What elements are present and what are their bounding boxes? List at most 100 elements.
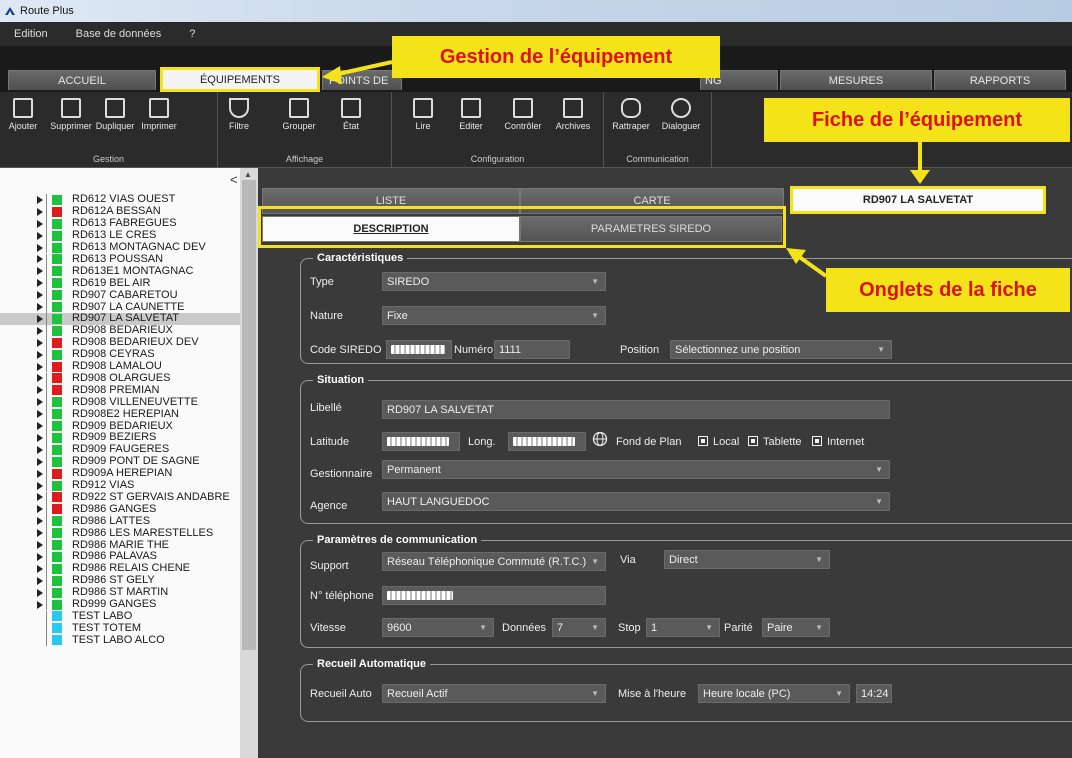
tree-item[interactable]: RD908 BEDARIEUX [0,325,240,337]
expand-arrow-icon[interactable] [37,505,43,514]
libelle-field[interactable]: RD907 LA SALVETAT [382,400,890,419]
dupliquer-button[interactable]: Dupliquer [94,98,136,144]
expand-arrow-icon[interactable] [37,433,43,442]
tree-item[interactable]: RD908 LAMALOU [0,361,240,373]
expand-arrow-icon[interactable] [37,314,43,323]
tree-scrollbar-thumb[interactable] [242,180,256,650]
expand-arrow-icon[interactable] [37,338,43,347]
etat-button[interactable]: État [330,98,372,144]
tab-carte[interactable]: CARTE [520,188,784,214]
expand-arrow-icon[interactable] [37,457,43,466]
tree-item[interactable]: RD907 LA SALVETAT [0,313,240,325]
expand-arrow-icon[interactable] [37,231,43,240]
expand-arrow-icon[interactable] [37,386,43,395]
editer-button[interactable]: Editer [450,98,492,144]
scroll-up-icon[interactable]: ▲ [244,170,252,179]
via-select[interactable]: Direct ▼ [664,550,830,569]
tab-equipements[interactable]: ÉQUIPEMENTS [160,67,320,92]
tree-item[interactable]: RD986 LATTES [0,515,240,528]
controler-button[interactable]: Contrôler [502,98,544,144]
tree-item[interactable]: RD909 FAUGERES [0,444,240,456]
tree-item[interactable]: RD613 MONTAGNAC DEV [0,242,240,254]
latitude-field[interactable] [382,432,460,451]
expand-arrow-icon[interactable] [37,362,43,371]
recueil-auto-select[interactable]: Recueil Actif ▼ [382,684,606,703]
expand-arrow-icon[interactable] [37,350,43,359]
expand-arrow-icon[interactable] [37,493,43,502]
grouper-button[interactable]: Grouper [278,98,320,144]
tree-item[interactable]: TEST LABO ALCO [0,634,240,647]
parite-select[interactable]: Paire ▼ [762,618,830,637]
tree-item[interactable]: RD612A BESSAN [0,206,240,218]
expand-arrow-icon[interactable] [37,422,43,431]
tree-item[interactable]: RD999 GANGES [0,599,240,611]
tree-item[interactable]: RD613 POUSSAN [0,253,240,266]
tablette-checkbox[interactable] [748,436,758,446]
tree-item[interactable]: RD907 LA CAUNETTE [0,301,240,313]
tree-item[interactable]: RD909A HEREPIAN [0,468,240,480]
lire-button[interactable]: Lire [402,98,444,144]
tree-item[interactable]: RD908 BEDARIEUX DEV [0,337,240,349]
imprimer-button[interactable]: Imprimer [138,98,180,144]
tree-item[interactable]: RD909 PONT DE SAGNE [0,456,240,468]
expand-arrow-icon[interactable] [37,576,43,585]
expand-arrow-icon[interactable] [37,243,43,252]
longitude-field[interactable] [508,432,586,451]
tab-fiche-equipement[interactable]: RD907 LA SALVETAT [790,186,1046,214]
expand-arrow-icon[interactable] [37,255,43,264]
tree-item[interactable]: RD908E2 HEREPIAN [0,408,240,421]
tab-points-de[interactable]: POINTS DE [322,70,402,90]
tree-item[interactable]: RD986 LES MARESTELLES [0,527,240,540]
tree-item[interactable]: RD908 OLARGUES [0,372,240,385]
tab-rapports[interactable]: RAPPORTS [934,70,1066,90]
expand-arrow-icon[interactable] [37,303,43,312]
tree-item[interactable]: RD986 PALAVAS [0,551,240,563]
tree-item[interactable]: RD922 ST GERVAIS ANDABRE [0,491,240,504]
expand-arrow-icon[interactable] [37,600,43,609]
expand-arrow-icon[interactable] [37,219,43,228]
tree-item[interactable]: RD986 GANGES [0,503,240,516]
expand-arrow-icon[interactable] [37,564,43,573]
expand-arrow-icon[interactable] [37,517,43,526]
numero-field[interactable]: 1111 [494,340,570,359]
expand-arrow-icon[interactable] [37,207,43,216]
collapse-panel-icon[interactable]: < [230,172,240,187]
filtre-button[interactable]: Filtre [218,98,260,144]
tree-item[interactable]: RD908 CEYRAS [0,349,240,361]
tree-item[interactable]: TEST TOTEM [0,622,240,635]
dialoguer-button[interactable]: Dialoguer [660,98,702,144]
mise-a-l-heure-select[interactable]: Heure locale (PC) ▼ [698,684,850,703]
tree-item[interactable]: RD986 MARIE THE [0,539,240,551]
expand-arrow-icon[interactable] [37,279,43,288]
expand-arrow-icon[interactable] [37,469,43,478]
position-select[interactable]: Sélectionnez une position ▼ [670,340,892,359]
tree-item[interactable]: RD612 VIAS OUEST [0,194,240,206]
gestionnaire-select[interactable]: Permanent ▼ [382,460,890,479]
tree-item[interactable]: RD613E1 MONTAGNAC [0,265,240,278]
tree-item[interactable]: RD908 PREMIAN [0,384,240,397]
code-siredo-field[interactable] [386,340,452,359]
time-field[interactable]: 14:24 [856,684,892,703]
tree-item[interactable]: RD912 VIAS [0,480,240,492]
tree-item[interactable]: RD909 BEZIERS [0,432,240,444]
expand-arrow-icon[interactable] [37,552,43,561]
tab-liste[interactable]: LISTE [262,188,520,214]
archives-button[interactable]: Archives [552,98,594,144]
tree-item[interactable]: RD613 FABREGUES [0,218,240,230]
vitesse-select[interactable]: 9600 ▼ [382,618,494,637]
local-checkbox[interactable] [698,436,708,446]
telephone-field[interactable] [382,586,606,605]
nature-select[interactable]: Fixe ▼ [382,306,606,325]
rattraper-button[interactable]: Rattraper [610,98,652,144]
tree-item[interactable]: RD619 BEL AIR [0,277,240,290]
type-select[interactable]: SIREDO ▼ [382,272,606,291]
expand-arrow-icon[interactable] [37,588,43,597]
tree-item[interactable]: RD986 ST GELY [0,575,240,587]
menu-base-de-donnees[interactable]: Base de données [62,28,176,40]
globe-icon[interactable] [592,431,608,447]
tree-item[interactable]: RD986 ST MARTIN [0,587,240,599]
tree-scrollbar[interactable]: ▲ [240,168,258,758]
menu-edition[interactable]: Edition [0,28,62,40]
tree-item[interactable]: TEST LABO [0,610,240,623]
expand-arrow-icon[interactable] [37,326,43,335]
